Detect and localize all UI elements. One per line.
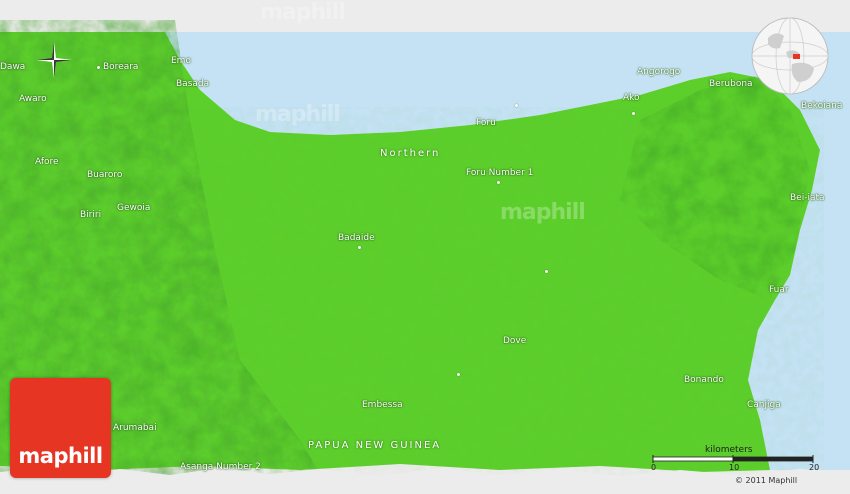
compass-icon [36,42,72,78]
maphill-logo[interactable]: maphill [10,378,111,478]
place-marker [632,112,635,115]
place-label[interactable]: Arumabai [113,423,157,433]
place-marker [97,66,100,69]
place-label[interactable]: Foru Number 1 [466,168,533,178]
copyright: © 2011 Maphill [735,476,798,485]
place-label[interactable]: Bekoiana [801,101,842,111]
place-marker [545,270,548,273]
place-label[interactable]: Gewoia [117,203,150,213]
place-label[interactable]: Embessa [362,400,403,410]
watermark-center: maphill [500,200,586,225]
scale-tick: 20 [809,463,820,472]
place-label[interactable]: Basada [176,79,209,89]
scale-bar: kilometers 0 10 20 [645,445,835,475]
place-label[interactable]: Biriri [80,210,101,220]
place-label[interactable]: Bei-iata [790,193,825,203]
place-label[interactable]: Emo [171,56,191,66]
watermark-top: maphill [260,0,346,25]
place-label[interactable]: Awaro [19,94,47,104]
logo-text: maphill [18,444,103,468]
place-label[interactable]: Ako [623,93,640,103]
map-canvas[interactable]: maphill maphill maphill Northern PAPUA N… [0,0,850,490]
place-label[interactable]: Afore [35,157,59,167]
place-marker [457,373,460,376]
place-label[interactable]: Dove [503,336,526,346]
scale-tick: 0 [651,463,657,472]
place-label[interactable]: Fuar [769,285,789,295]
place-label[interactable]: Badaide [338,233,375,243]
place-label[interactable]: Angorogo [637,67,680,77]
place-label[interactable]: Asanga Number 2 [180,462,261,472]
place-label[interactable]: Boreara [103,62,138,72]
place-marker [515,104,518,107]
place-marker [358,246,361,249]
place-label[interactable]: Buaroro [87,170,122,180]
place-label[interactable]: Berubona [709,79,753,89]
place-label[interactable]: Bonando [684,375,724,385]
place-label[interactable]: Foru [476,118,496,128]
country-label: PAPUA NEW GUINEA [308,440,442,451]
region-label: Northern [380,148,441,159]
place-label[interactable]: Canjiga [747,400,781,410]
scale-tick: 10 [729,463,740,472]
scale-ruler [652,455,814,463]
globe-locator-icon [751,17,829,95]
terrain-layer [0,0,850,490]
place-marker [497,181,500,184]
watermark-sea: maphill [255,102,341,127]
place-label[interactable]: Dawa [0,62,25,72]
